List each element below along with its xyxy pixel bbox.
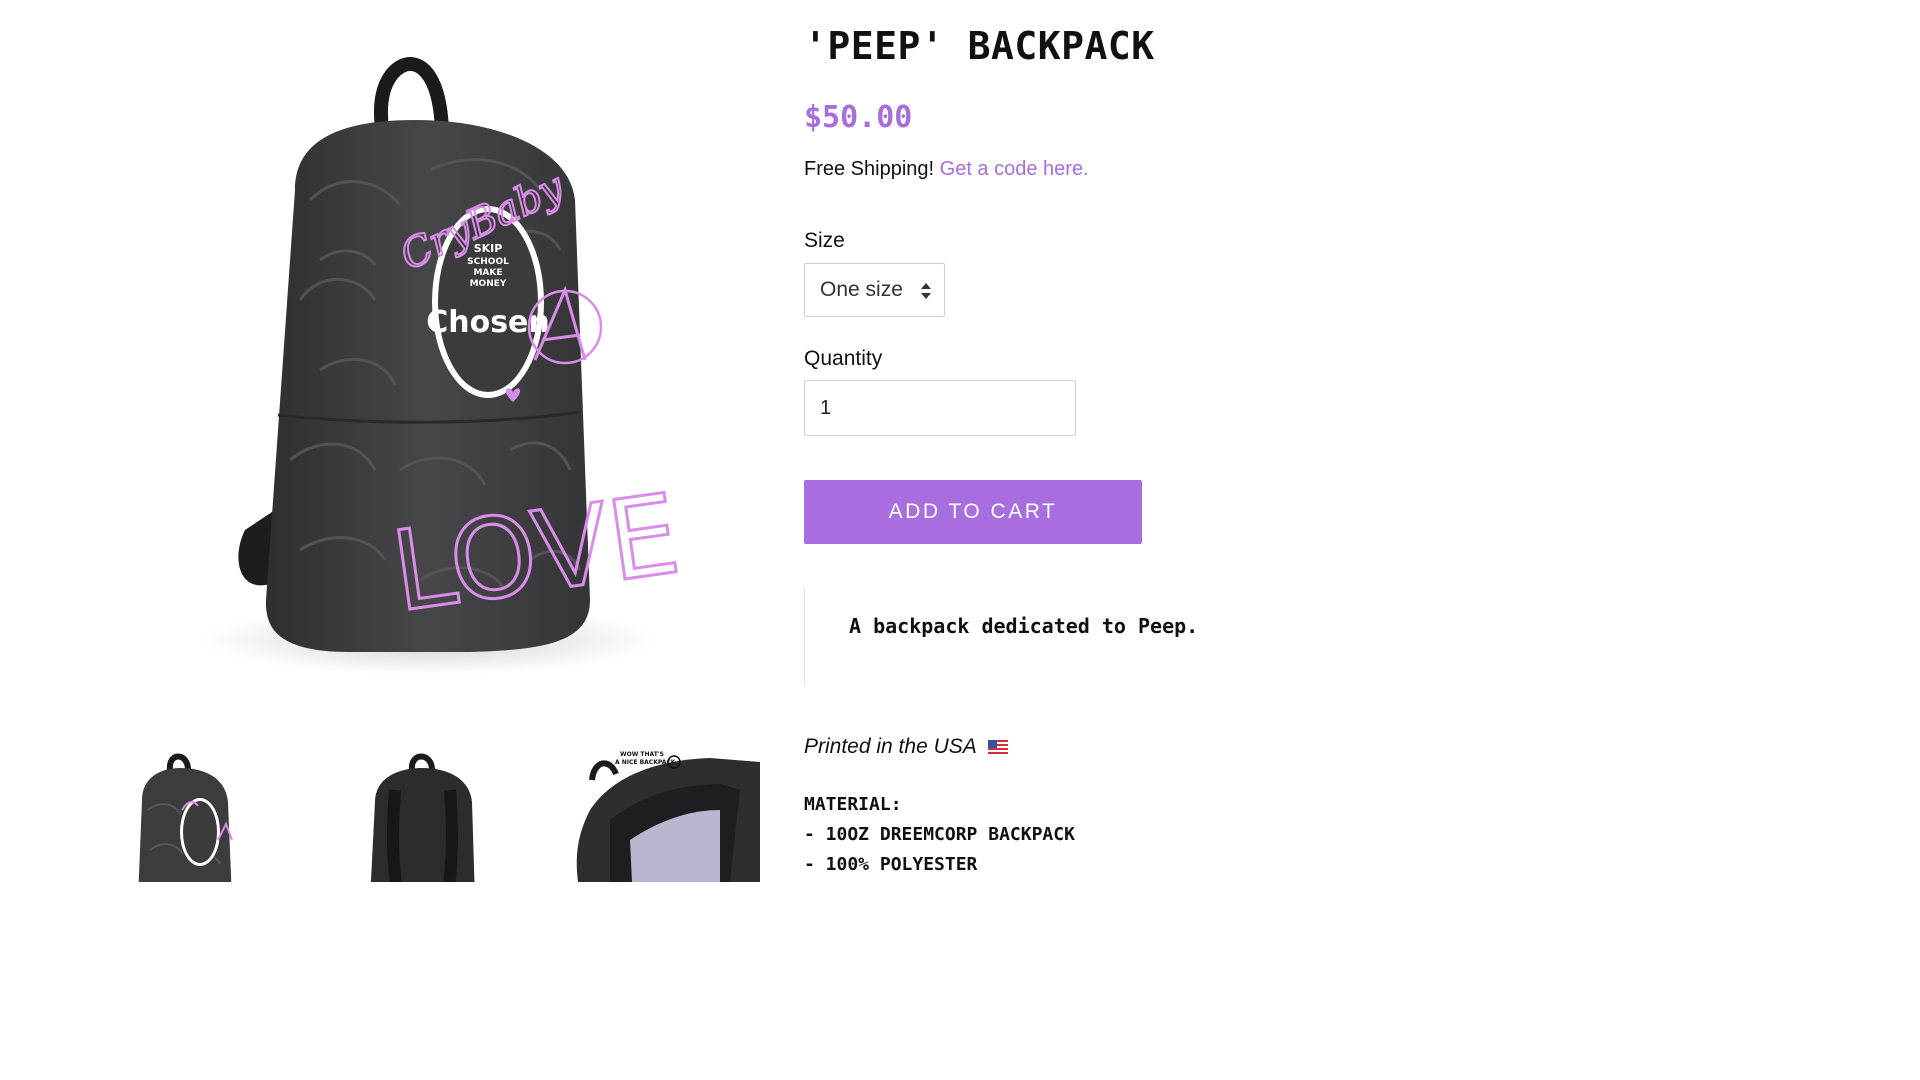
- material-list: MATERIAL: - 10OZ DREEMCORP BACKPACK - 10…: [804, 790, 1075, 880]
- backpack-back-thumb: [370, 753, 475, 882]
- us-flag-icon: [987, 740, 1008, 755]
- thumbnail-3[interactable]: WOW THAT'S A NICE BACKPACK: [570, 740, 770, 882]
- printed-in-usa: Printed in the USA: [804, 735, 1008, 759]
- material-line: - 100% POLYESTER: [804, 854, 978, 875]
- shipping-code-link[interactable]: Get a code here.: [940, 158, 1089, 180]
- size-select[interactable]: One size: [804, 263, 945, 317]
- product-title: 'PEEP' BACKPACK: [804, 24, 1155, 68]
- thumb-caption-2: A NICE BACKPACK: [615, 759, 676, 766]
- printed-text: Printed in the USA: [804, 735, 976, 758]
- quote-text: A backpack dedicated to Peep.: [849, 614, 1199, 638]
- material-line: - 10OZ DREEMCORP BACKPACK: [804, 824, 1075, 845]
- badge-line-3: MAKE: [473, 268, 502, 278]
- shipping-notice: Free Shipping! Get a code here.: [804, 158, 1089, 181]
- thumbnail-2[interactable]: [320, 740, 520, 882]
- thumb-caption-1: WOW THAT'S: [620, 751, 664, 758]
- backpack-front-image: SKIP SCHOOL MAKE MONEY Chosen CryBaby LO…: [200, 56, 688, 675]
- backpack-front-thumb: [138, 753, 233, 882]
- badge-line-2: SCHOOL: [467, 257, 509, 267]
- select-arrows-icon: [921, 283, 931, 299]
- product-description-quote: A backpack dedicated to Peep.: [804, 588, 1305, 686]
- size-select-value: One size: [820, 278, 903, 301]
- thumbnail-1[interactable]: [100, 740, 300, 882]
- material-heading: MATERIAL:: [804, 794, 902, 815]
- quantity-label: Quantity: [804, 347, 883, 370]
- badge-line-4: MONEY: [470, 279, 507, 289]
- badge-brand: Chosen: [426, 305, 550, 340]
- product-gallery: SKIP SCHOOL MAKE MONEY Chosen CryBaby LO…: [0, 0, 780, 882]
- main-product-image[interactable]: SKIP SCHOOL MAKE MONEY Chosen CryBaby LO…: [170, 40, 690, 690]
- backpack-open-thumb: WOW THAT'S A NICE BACKPACK: [576, 751, 760, 882]
- add-to-cart-button[interactable]: ADD TO CART: [804, 480, 1142, 544]
- size-label: Size: [804, 229, 845, 252]
- shipping-text: Free Shipping!: [804, 158, 935, 180]
- quantity-input[interactable]: [804, 380, 1076, 436]
- product-price: $50.00: [804, 100, 913, 135]
